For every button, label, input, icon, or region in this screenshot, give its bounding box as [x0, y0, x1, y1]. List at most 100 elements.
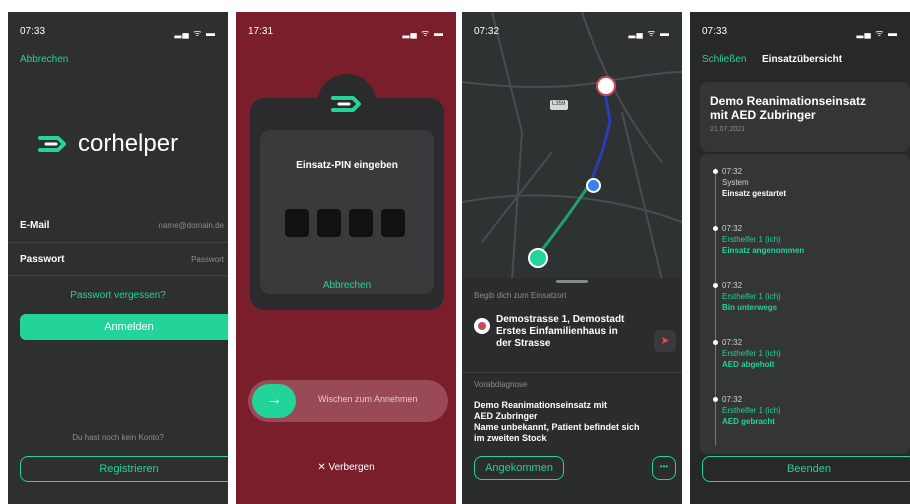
- login-screen: 07:33 ▂▄ ᯤ ▬ Abbrechen corhelper E-Mail …: [8, 12, 228, 504]
- timeline-dot: [713, 283, 718, 288]
- diagnosis-line: im zweiten Stock: [474, 433, 547, 443]
- timeline-event: Bin unterwegs: [722, 303, 778, 312]
- case-date: 21.07.2021: [710, 126, 746, 133]
- status-bar: 07:33 ▂▄ ᯤ ▬: [702, 26, 898, 40]
- pin-screen: 17:31 ▂▄ ᯤ ▬ Einsatz-PIN eingeben Abbrec…: [236, 12, 456, 504]
- status-time: 17:31: [248, 26, 274, 37]
- pin-digit-3[interactable]: [348, 208, 374, 238]
- timeline-time: 07:32: [722, 281, 743, 290]
- status-time: 07:33: [702, 26, 728, 37]
- diagnosis-line: Name unbekannt, Patient befindet sich: [474, 422, 640, 432]
- timeline-dot: [713, 397, 718, 402]
- arrow-right-icon[interactable]: →: [252, 384, 296, 418]
- diagnosis-line: Demo Reanimationseinsatz mit: [474, 400, 608, 410]
- timeline-entry: 07:32 Ersthelfer 1 (ich) AED gebracht: [722, 394, 781, 427]
- logo-text: corhelper: [78, 130, 179, 157]
- road-number-label: L359: [552, 101, 566, 107]
- destination-pin-icon[interactable]: [596, 76, 616, 96]
- timeline-entry: 07:32 Ersthelfer 1 (ich) AED abgeholt: [722, 337, 781, 370]
- address-block: Demostrasse 1, Demostadt Erstes Einfamil…: [496, 314, 624, 350]
- timeline-event: AED gebracht: [722, 417, 775, 426]
- status-time: 07:32: [474, 26, 500, 37]
- timeline-dot: [713, 226, 718, 231]
- hide-button[interactable]: ✕ Verbergen: [236, 462, 456, 473]
- timeline-actor: Ersthelfer 1 (ich): [722, 349, 781, 358]
- pin-title: Einsatz-PIN eingeben: [296, 160, 398, 171]
- status-icons: ▂▄ ᯤ ▬: [856, 28, 898, 38]
- address-line: Demostrasse 1, Demostadt: [496, 314, 625, 325]
- timeline-event: Einsatz angenommen: [722, 246, 805, 255]
- map-canvas: [462, 12, 682, 281]
- close-link[interactable]: Schließen: [702, 54, 746, 65]
- pin-digit-4[interactable]: [380, 208, 406, 238]
- timeline-actor: System: [722, 178, 749, 187]
- status-bar: 17:31 ▂▄ ᯤ ▬: [248, 26, 444, 40]
- swipe-track[interactable]: → Wischen zum Annehmen: [248, 380, 448, 422]
- pin-logo-circle: [317, 74, 377, 134]
- pin-cancel-link[interactable]: Abbrechen: [260, 280, 434, 291]
- forgot-password-link[interactable]: Passwort vergessen?: [8, 290, 228, 301]
- corhelper-logo: corhelper: [34, 124, 214, 164]
- status-bar: 07:32 ▂▄ ᯤ ▬: [474, 26, 670, 40]
- cancel-link[interactable]: Abbrechen: [20, 54, 68, 65]
- more-options-button[interactable]: •••: [652, 456, 676, 480]
- login-button[interactable]: Anmelden: [20, 314, 228, 340]
- swipe-label: Wischen zum Annehmen: [318, 394, 418, 404]
- finish-button[interactable]: Beenden: [702, 456, 910, 482]
- diagnosis-line: AED Zubringer: [474, 411, 538, 421]
- password-divider: [8, 275, 228, 276]
- case-title-line: Demo Reanimationseinsatz: [710, 94, 867, 108]
- case-card: Demo Reanimationseinsatz mit AED Zubring…: [700, 82, 910, 152]
- address-line: der Strasse: [496, 338, 551, 349]
- timeline-actor: Ersthelfer 1 (ich): [722, 292, 781, 301]
- diagnosis-text: Demo Reanimationseinsatz mit AED Zubring…: [474, 400, 640, 444]
- sheet-divider: [462, 372, 682, 373]
- sheet-handle[interactable]: [556, 280, 588, 283]
- timeline-event: AED abgeholt: [722, 360, 775, 369]
- address-line: Erstes Einfamilienhaus in: [496, 326, 618, 337]
- pin-digit-1[interactable]: [284, 208, 310, 238]
- page-title: Einsatzübersicht: [762, 54, 843, 65]
- bottom-sheet: Begib dich zum Einsatzort Demostrasse 1,…: [462, 278, 682, 504]
- timeline-entry: 07:32 Ersthelfer 1 (ich) Einsatz angenomme…: [722, 223, 804, 256]
- email-divider: [8, 242, 228, 243]
- case-title-line: mit AED Zubringer: [710, 108, 816, 122]
- timeline-time: 07:32: [722, 338, 743, 347]
- current-location-icon: [586, 178, 601, 193]
- email-label: E-Mail: [20, 220, 50, 231]
- timeline-dot: [713, 340, 718, 345]
- timeline-line: [715, 168, 716, 446]
- status-icons: ▂▄ ᯤ ▬: [402, 28, 444, 38]
- timeline-dot: [713, 169, 718, 174]
- status-icons: ▂▄ ᯤ ▬: [174, 28, 216, 38]
- timeline-event: Einsatz gestartet: [722, 189, 787, 198]
- start-pin-icon: [528, 248, 548, 268]
- timeline-card: 07:32 System Einsatz gestartet 07:32 Ersthel…: [700, 154, 910, 454]
- overview-screen: 07:33 ▂▄ ᯤ ▬ Schließen Einsatzübersicht …: [690, 12, 910, 504]
- timeline-entry: 07:32 Ersthelfer 1 (ich) Bin unterwegs: [722, 280, 781, 313]
- location-pin-icon: [474, 318, 490, 334]
- timeline-time: 07:32: [722, 395, 743, 404]
- corhelper-logo-icon: [38, 136, 66, 152]
- route-ahead: [588, 85, 612, 185]
- timeline-actor: Ersthelfer 1 (ich): [722, 235, 781, 244]
- status-time: 07:33: [20, 26, 46, 37]
- pin-digit-2[interactable]: [316, 208, 342, 238]
- timeline-entry: 07:32 System Einsatz gestartet: [722, 166, 786, 199]
- map-view[interactable]: L359: [462, 12, 682, 281]
- diagnosis-heading: Vorabdiagnose: [474, 380, 528, 389]
- timeline-actor: Ersthelfer 1 (ich): [722, 406, 781, 415]
- email-field[interactable]: name@domain.de: [159, 221, 225, 230]
- navigate-arrow-icon[interactable]: ➤: [654, 330, 676, 352]
- no-account-text: Du hast noch kein Konto?: [72, 433, 164, 442]
- timeline-time: 07:32: [722, 224, 743, 233]
- password-label: Passwort: [20, 254, 65, 265]
- password-field[interactable]: Passwort: [191, 255, 224, 264]
- status-bar: 07:33 ▂▄ ᯤ ▬: [20, 26, 216, 40]
- status-icons: ▂▄ ᯤ ▬: [628, 28, 670, 38]
- case-title: Demo Reanimationseinsatz mit AED Zubring…: [710, 94, 866, 122]
- corhelper-logo-icon: [331, 96, 361, 112]
- register-button[interactable]: Registrieren: [20, 456, 228, 482]
- timeline-time: 07:32: [722, 167, 743, 176]
- arrived-button[interactable]: Angekommen: [474, 456, 564, 480]
